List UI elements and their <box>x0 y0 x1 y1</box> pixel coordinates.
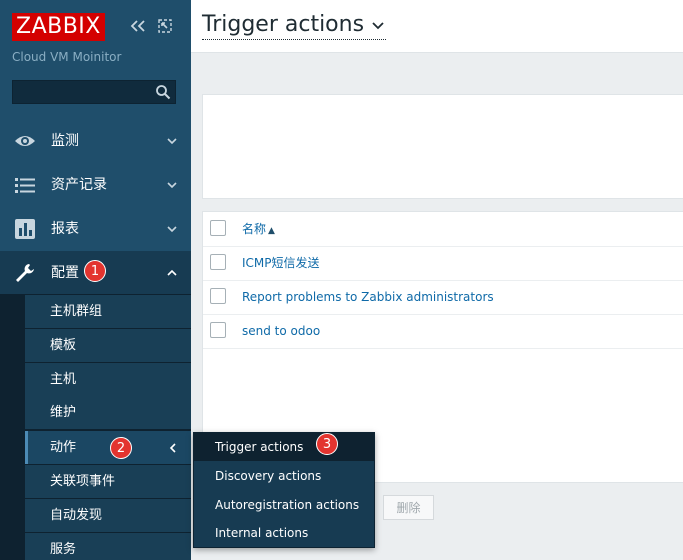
menu-inventory[interactable]: 资产记录 <box>0 163 191 207</box>
page-title: Trigger actions <box>202 12 365 37</box>
table-row: Report problems to Zabbix administrators <box>203 280 683 315</box>
sort-ascending-icon: ▲ <box>268 226 275 236</box>
chevron-down-icon <box>167 138 177 145</box>
actions-flyout-menu: Trigger actions Discovery actions Autore… <box>193 432 375 548</box>
configuration-submenu: 主机群组 模板 主机 维护 动作 关联项事件 自动发现 服务 <box>0 294 191 560</box>
page-header: Trigger actions <box>191 0 683 53</box>
flyout-item-internal-actions[interactable]: Internal actions <box>194 519 374 547</box>
menu-label: 报表 <box>51 221 79 237</box>
step-badge-3: 3 <box>316 433 338 455</box>
menu-label: 配置 <box>51 265 79 281</box>
row-checkbox[interactable] <box>210 288 226 304</box>
submenu-label: 动作 <box>50 440 77 455</box>
action-name-link[interactable]: ICMP短信发送 <box>242 246 320 280</box>
action-name-link[interactable]: Report problems to Zabbix administrators <box>242 280 494 314</box>
submenu-item-actions[interactable]: 动作 <box>25 431 191 464</box>
step-badge-2: 2 <box>110 437 132 459</box>
submenu-item-services[interactable]: 服务 <box>25 533 191 560</box>
kiosk-mode-icon[interactable] <box>156 17 174 35</box>
bar-chart-icon <box>15 219 35 239</box>
flyout-item-autoregistration-actions[interactable]: Autoregistration actions <box>194 491 374 519</box>
flyout-item-discovery-actions[interactable]: Discovery actions <box>194 462 374 490</box>
row-checkbox[interactable] <box>210 322 226 338</box>
filter-panel <box>202 94 683 199</box>
submenu-item-event-correlation[interactable]: 关联项事件 <box>25 465 191 498</box>
search-icon[interactable] <box>155 84 171 100</box>
table-header-row: 名称 ▲ <box>203 212 683 247</box>
delete-button[interactable]: 删除 <box>383 495 434 520</box>
step-badge-1: 1 <box>84 260 106 282</box>
chevron-left-icon <box>169 443 176 453</box>
column-header-label: 名称 <box>242 222 267 236</box>
chevron-up-icon <box>167 269 177 276</box>
flyout-item-trigger-actions[interactable]: Trigger actions <box>194 433 374 461</box>
chevron-down-icon <box>167 182 177 189</box>
sidebar-search[interactable] <box>12 80 176 104</box>
submenu-item-discovery[interactable]: 自动发现 <box>25 499 191 532</box>
row-checkbox[interactable] <box>210 254 226 270</box>
menu-reports[interactable]: 报表 <box>0 207 191 251</box>
collapse-sidebar-icon[interactable] <box>129 17 147 35</box>
search-input[interactable] <box>13 81 155 103</box>
list-icon <box>15 178 35 193</box>
table-row: ICMP短信发送 <box>203 246 683 281</box>
sidebar: ZABBIX Cloud VM Moinitor 监测 资产记录 报表 配置 主… <box>0 0 191 560</box>
menu-label: 监测 <box>51 133 79 149</box>
column-header-name[interactable]: 名称 ▲ <box>242 212 275 248</box>
submenu-item-templates[interactable]: 模板 <box>25 329 191 362</box>
wrench-icon <box>16 264 34 282</box>
menu-label: 资产记录 <box>51 177 107 193</box>
select-all-checkbox[interactable] <box>210 220 226 236</box>
server-name: Cloud VM Moinitor <box>12 50 122 64</box>
table-row: send to odoo <box>203 314 683 349</box>
eye-icon <box>15 136 35 146</box>
submenu-item-host-groups[interactable]: 主机群组 <box>25 295 191 328</box>
menu-monitoring[interactable]: 监测 <box>0 119 191 163</box>
action-name-link[interactable]: send to odoo <box>242 314 320 348</box>
zabbix-logo[interactable]: ZABBIX <box>12 13 105 41</box>
submenu-item-maintenance[interactable]: 维护 <box>25 396 191 429</box>
page-title-dropdown[interactable]: Trigger actions <box>202 11 387 40</box>
chevron-down-icon <box>372 22 384 30</box>
chevron-down-icon <box>167 226 177 233</box>
submenu-item-hosts[interactable]: 主机 <box>25 363 191 396</box>
